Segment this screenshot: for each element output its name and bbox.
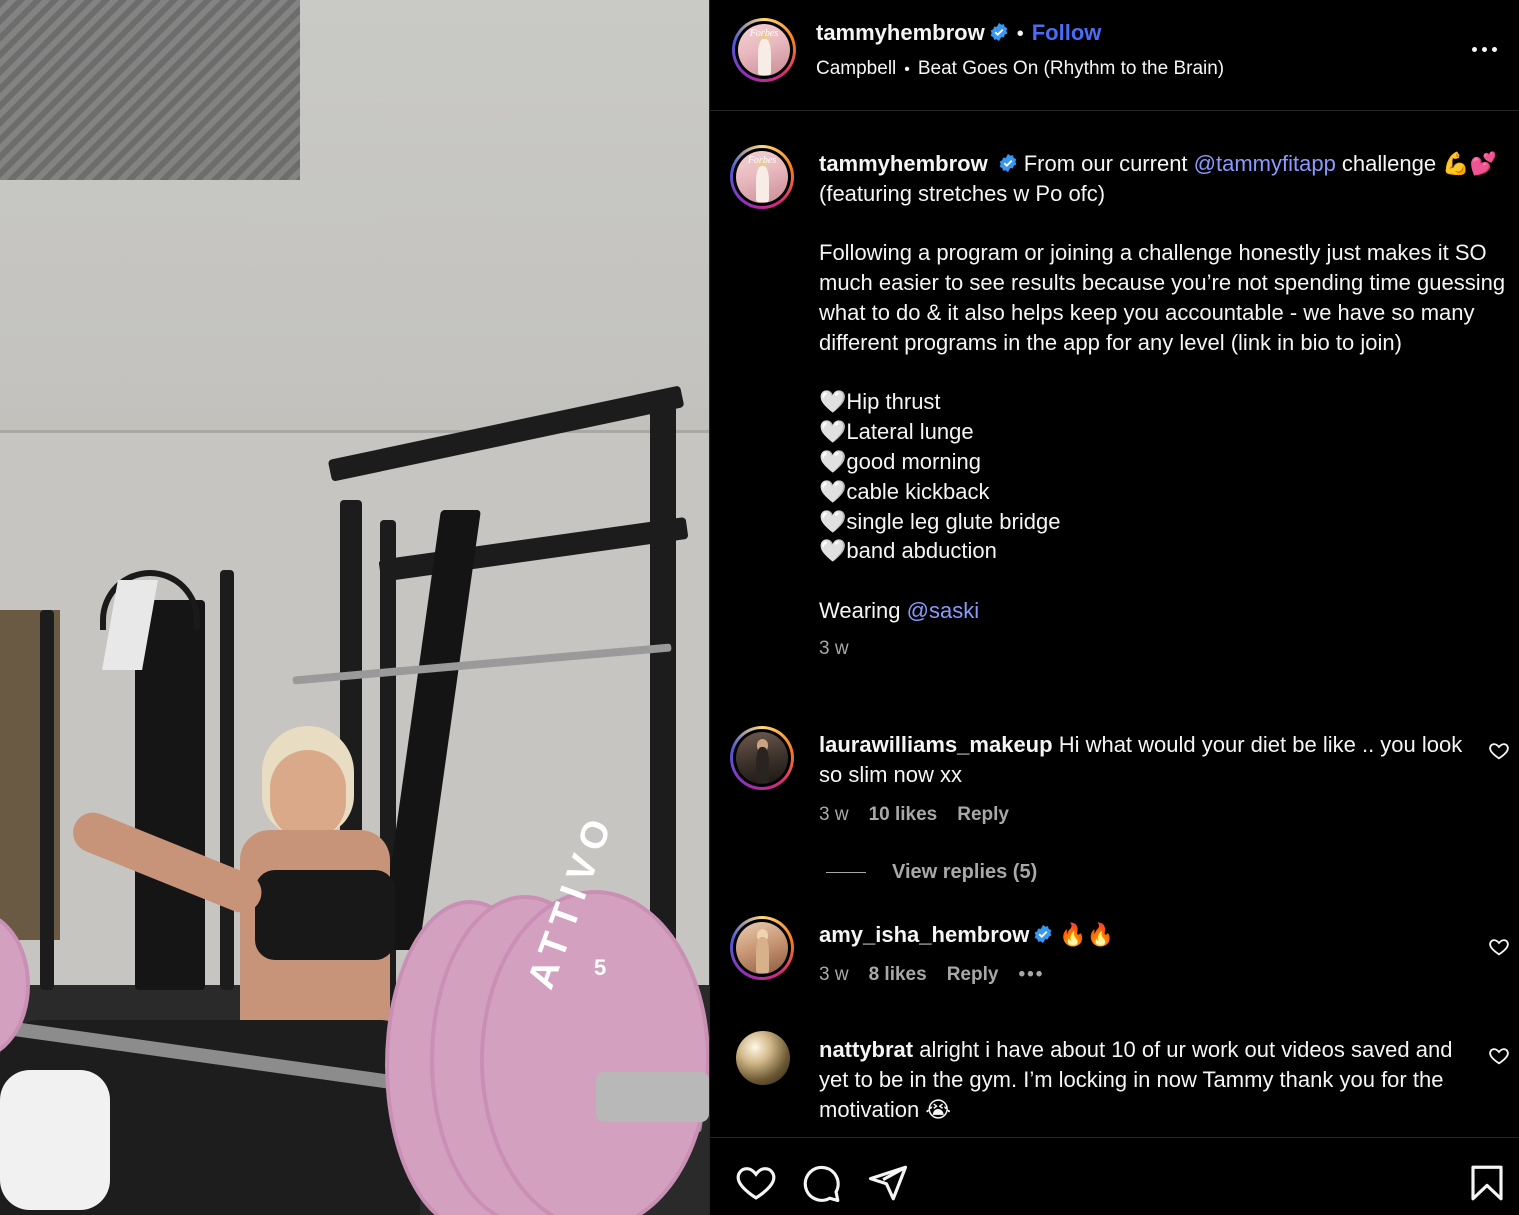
- gym-ceiling: [0, 0, 300, 180]
- music-separator: •: [904, 61, 910, 78]
- plate-hub: [596, 1072, 709, 1122]
- post-header: Forbes tammyhembrow • Follow Campbell • Beat…: [710, 0, 1519, 111]
- header-top-line: tammyhembrow • Follow: [816, 20, 1101, 46]
- view-replies-button[interactable]: View replies (5): [826, 861, 1037, 884]
- caption-username[interactable]: tammyhembrow: [819, 151, 988, 176]
- comment-body: nattybrat alright i have about 10 of ur …: [819, 1035, 1469, 1124]
- comments-scroll-area[interactable]: Forbes tammyhembrow From our current @tam…: [710, 111, 1519, 1136]
- caption: tammyhembrow From our current @tammyfitap…: [819, 149, 1509, 664]
- verified-icon: [990, 22, 1007, 42]
- comment-body: amy_isha_hembrow 🔥🔥 3 w 8 likes Reply •••: [819, 920, 1469, 990]
- commenter-username[interactable]: nattybrat: [819, 1037, 913, 1062]
- exercise-item: 🤍cable kickback: [819, 478, 990, 504]
- comment-meta: 3 w 8 likes Reply •••: [819, 960, 1469, 990]
- commenter-username[interactable]: amy_isha_hembrow: [819, 922, 1029, 947]
- exercise-item: 🤍band abduction: [819, 538, 997, 564]
- heart-icon[interactable]: [1488, 936, 1510, 958]
- caption-timestamp[interactable]: 3 w: [819, 634, 1509, 664]
- caption-first-line: tammyhembrow From our current @tammyfitap…: [819, 149, 1509, 209]
- caption-paragraph: Following a program or joining a challen…: [819, 240, 1512, 355]
- commenter-avatar[interactable]: [730, 916, 794, 980]
- exercise-item: 🤍Lateral lunge: [819, 419, 974, 445]
- reply-button[interactable]: Reply: [947, 964, 999, 985]
- comment-icon[interactable]: [800, 1162, 842, 1204]
- share-icon[interactable]: [867, 1162, 909, 1204]
- comment-likes[interactable]: 8 likes: [869, 964, 927, 985]
- avatar-magazine-text: Forbes: [749, 28, 779, 40]
- comment-time[interactable]: 3 w: [819, 804, 849, 825]
- follow-button[interactable]: Follow: [1032, 20, 1102, 45]
- exercise-item: 🤍good morning: [819, 448, 981, 474]
- wearing-text: Wearing: [819, 597, 907, 623]
- comment-meta: 3 w 10 likes Reply: [819, 800, 1469, 830]
- comment-text: 🔥🔥: [1059, 922, 1115, 947]
- caption-avatar[interactable]: Forbes: [730, 145, 794, 209]
- comment-item: amy_isha_hembrow 🔥🔥 3 w 8 likes Reply •••: [730, 916, 1519, 1016]
- verified-icon: [1035, 924, 1052, 944]
- commenter-avatar[interactable]: [736, 1031, 790, 1085]
- caption-text-pre: From our current: [1023, 151, 1194, 176]
- weight-plate-3: [480, 890, 709, 1215]
- comment-item: nattybrat alright i have about 10 of ur …: [730, 1031, 1519, 1136]
- caption-mention-tammyfitapp[interactable]: @tammyfitapp: [1194, 151, 1336, 176]
- commenter-username[interactable]: laurawilliams_makeup: [819, 732, 1053, 757]
- exercise-item: 🤍single leg glute bridge: [819, 508, 1061, 534]
- post-panel: Forbes tammyhembrow • Follow Campbell • Beat…: [709, 0, 1519, 1215]
- comment-more-button[interactable]: •••: [1018, 964, 1044, 985]
- more-options-button[interactable]: [1472, 38, 1502, 62]
- more-icon: [1472, 47, 1477, 52]
- wearing-line: Wearing @saski: [819, 596, 1509, 626]
- separator-dot: •: [1016, 23, 1024, 45]
- comment-body: laurawilliams_makeup Hi what would your …: [819, 730, 1469, 829]
- music-artist[interactable]: Campbell: [816, 58, 896, 79]
- author-username[interactable]: tammyhembrow: [816, 20, 985, 45]
- author-avatar[interactable]: Forbes: [732, 18, 796, 82]
- comment-time[interactable]: 3 w: [819, 964, 849, 985]
- verified-icon: [999, 153, 1016, 173]
- plate-weight-text: 5: [594, 955, 615, 980]
- post-media[interactable]: ATTIVO 5: [0, 0, 709, 1215]
- exercise-list: 🤍Hip thrust 🤍Lateral lunge 🤍good morning…: [819, 387, 1509, 566]
- comment-item: laurawilliams_makeup Hi what would your …: [730, 726, 1519, 876]
- heart-icon[interactable]: [735, 1162, 777, 1204]
- music-info[interactable]: Campbell • Beat Goes On (Rhythm to the Bra…: [816, 58, 1224, 80]
- exercise-item: 🤍Hip thrust: [819, 389, 941, 415]
- comment-likes[interactable]: 10 likes: [869, 804, 938, 825]
- comment-text: alright i have about 10 of ur work out v…: [819, 1037, 1453, 1122]
- caption-avatar-magazine-text: Forbes: [747, 155, 777, 167]
- reply-button[interactable]: Reply: [957, 804, 1009, 825]
- heart-icon[interactable]: [1488, 1045, 1510, 1067]
- replies-divider: [826, 872, 866, 874]
- music-title[interactable]: Beat Goes On (Rhythm to the Brain): [918, 58, 1224, 79]
- athlete: [0, 720, 420, 1215]
- caption-mention-saski[interactable]: @saski: [907, 598, 979, 623]
- heart-icon[interactable]: [1488, 740, 1510, 762]
- action-bar: [710, 1137, 1519, 1215]
- bookmark-icon[interactable]: [1466, 1162, 1508, 1204]
- commenter-avatar[interactable]: [730, 726, 794, 790]
- view-replies-label[interactable]: View replies (5): [892, 861, 1037, 883]
